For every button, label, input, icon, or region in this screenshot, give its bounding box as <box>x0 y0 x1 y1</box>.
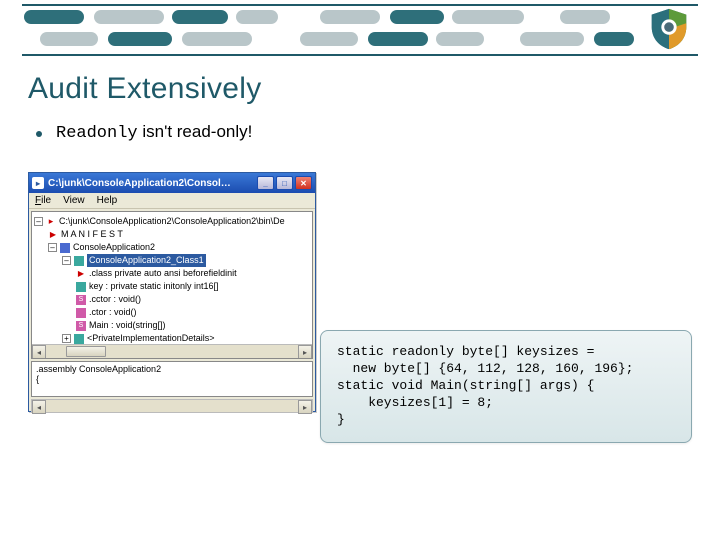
tree-label-selected: ConsoleApplication2_Class1 <box>87 254 206 267</box>
header-rule <box>22 4 698 6</box>
namespace-icon <box>60 243 70 253</box>
bullet-text: Readonly isn't read-only! <box>56 122 252 143</box>
tree-label: key : private static initonly int16[] <box>89 280 219 293</box>
collapse-icon[interactable]: – <box>48 243 57 252</box>
menu-help[interactable]: Help <box>97 195 118 206</box>
tree-label: Main : void(string[]) <box>89 319 166 332</box>
tree-class-meta[interactable]: ▶ .class private auto ansi beforefieldin… <box>76 267 310 280</box>
static-method-icon: S <box>76 321 86 331</box>
horizontal-scrollbar[interactable]: ◂ ▸ <box>32 344 312 358</box>
collapse-icon[interactable]: – <box>34 217 43 226</box>
menu-view[interactable]: View <box>63 195 85 206</box>
decor-pill <box>94 10 164 24</box>
static-method-icon: S <box>76 295 86 305</box>
bullet-dot-icon <box>36 131 42 137</box>
bullet-mono: Readonly <box>56 124 138 143</box>
tree-namespace[interactable]: – ConsoleApplication2 <box>48 241 310 254</box>
window-title: C:\junk\ConsoleApplication2\Consol… <box>48 178 253 189</box>
metadata-panel: .assembly ConsoleApplication2 { <box>31 361 313 397</box>
tree-field[interactable]: key : private static initonly int16[] <box>76 280 310 293</box>
tree-view[interactable]: – ▸ C:\junk\ConsoleApplication2\ConsoleA… <box>31 211 313 359</box>
method-icon <box>76 308 86 318</box>
meta-icon: ▶ <box>76 269 86 279</box>
scroll-right-button[interactable]: ▸ <box>298 345 312 359</box>
decor-pill <box>594 32 634 46</box>
scroll-left-button[interactable]: ◂ <box>32 400 46 414</box>
bullet-item: Readonly isn't read-only! <box>36 122 252 143</box>
decor-pill <box>24 10 84 24</box>
app-icon: ▸ <box>32 177 44 189</box>
class-icon <box>74 334 84 344</box>
tree-label: .cctor : void() <box>89 293 141 306</box>
close-button[interactable]: ✕ <box>295 176 312 190</box>
bullet-rest: isn't read-only! <box>138 122 253 141</box>
tree-label: C:\junk\ConsoleApplication2\ConsoleAppli… <box>59 215 285 228</box>
header-rule <box>22 54 698 56</box>
minimize-button[interactable]: _ <box>257 176 274 190</box>
decor-pill <box>452 10 524 24</box>
scroll-track[interactable] <box>46 400 298 412</box>
decor-pill <box>300 32 358 46</box>
header-band <box>0 0 720 54</box>
collapse-icon[interactable]: – <box>62 256 71 265</box>
menu-file[interactable]: File <box>35 195 51 206</box>
decor-pill <box>368 32 428 46</box>
decor-pill <box>172 10 228 24</box>
tree-label: ConsoleApplication2 <box>73 241 155 254</box>
decor-pill <box>520 32 584 46</box>
tree-class[interactable]: – ConsoleApplication2_Class1 <box>62 254 310 267</box>
assembly-icon: ▸ <box>46 217 56 227</box>
ildasm-window: ▸ C:\junk\ConsoleApplication2\Consol… _ … <box>28 172 316 412</box>
slide-title: Audit Extensively <box>28 72 262 106</box>
field-icon <box>76 282 86 292</box>
horizontal-scrollbar[interactable]: ◂ ▸ <box>31 399 313 413</box>
tree-manifest[interactable]: ▶ M A N I F E S T <box>48 228 310 241</box>
code-line: static void Main(string[] args) { <box>337 377 675 394</box>
class-icon <box>74 256 84 266</box>
scroll-left-button[interactable]: ◂ <box>32 345 46 359</box>
code-line: } <box>337 411 675 428</box>
shield-logo-icon <box>646 6 692 52</box>
scroll-track[interactable] <box>46 345 298 358</box>
decor-pill <box>390 10 444 24</box>
code-line: static readonly byte[] keysizes = <box>337 343 675 360</box>
tree-label: M A N I F E S T <box>61 228 123 241</box>
meta-line: { <box>36 374 308 384</box>
decor-pill <box>560 10 610 24</box>
scroll-right-button[interactable]: ▸ <box>298 400 312 414</box>
decor-pill <box>40 32 98 46</box>
decor-pill <box>436 32 484 46</box>
expand-icon[interactable]: + <box>62 334 71 343</box>
tree-label: .ctor : void() <box>89 306 137 319</box>
tree-ctor[interactable]: .ctor : void() <box>76 306 310 319</box>
window-titlebar[interactable]: ▸ C:\junk\ConsoleApplication2\Consol… _ … <box>29 173 315 193</box>
scroll-thumb[interactable] <box>66 346 106 357</box>
meta-line: .assembly ConsoleApplication2 <box>36 364 308 374</box>
decor-pill <box>182 32 252 46</box>
menu-bar: File View Help <box>29 193 315 209</box>
decor-pill <box>236 10 278 24</box>
manifest-icon: ▶ <box>48 230 58 240</box>
tree-cctor[interactable]: S .cctor : void() <box>76 293 310 306</box>
tree-main[interactable]: S Main : void(string[]) <box>76 319 310 332</box>
code-snippet: static readonly byte[] keysizes = new by… <box>320 330 692 443</box>
tree-root[interactable]: – ▸ C:\junk\ConsoleApplication2\ConsoleA… <box>34 215 310 228</box>
tree-label: .class private auto ansi beforefieldinit <box>89 267 237 280</box>
code-line: keysizes[1] = 8; <box>337 394 675 411</box>
decor-pill <box>320 10 380 24</box>
code-line: new byte[] {64, 112, 128, 160, 196}; <box>337 360 675 377</box>
maximize-button[interactable]: □ <box>276 176 293 190</box>
decor-pill <box>108 32 172 46</box>
